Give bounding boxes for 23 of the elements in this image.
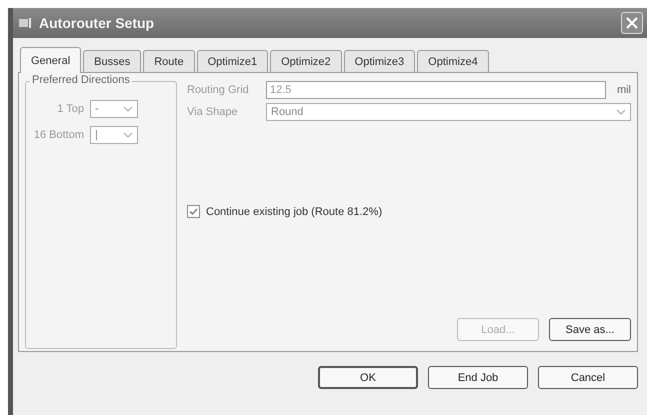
- close-button[interactable]: [621, 12, 643, 34]
- tab[interactable]: Optimize1: [196, 50, 268, 72]
- tab[interactable]: Busses: [83, 50, 142, 72]
- dialog-button[interactable]: Cancel: [538, 366, 638, 389]
- field-label: Routing Grid: [187, 84, 250, 96]
- field-label: Via Shape: [187, 106, 239, 118]
- unit-label: mil: [616, 84, 631, 96]
- tab[interactable]: Optimize2: [270, 50, 342, 72]
- layer-label: 1 Top: [56, 102, 84, 117]
- tab[interactable]: Optimize3: [344, 50, 416, 72]
- file-button[interactable]: Save as...: [549, 318, 631, 341]
- tab[interactable]: Route: [143, 50, 195, 72]
- close-icon: [625, 16, 639, 30]
- layer-label: 16 Bottom: [32, 128, 84, 143]
- checkbox-label: Continue existing job (Route 81.2%): [206, 206, 382, 218]
- dialog-button[interactable]: End Job: [428, 366, 528, 389]
- tab[interactable]: General: [20, 47, 82, 73]
- dialog-button[interactable]: OK: [318, 366, 418, 389]
- group-title: Preferred Directions: [30, 74, 132, 86]
- app-icon: [19, 17, 33, 29]
- tab[interactable]: Optimize4: [417, 50, 489, 72]
- window-title: Autorouter Setup: [39, 15, 156, 31]
- checkbox[interactable]: [187, 205, 200, 218]
